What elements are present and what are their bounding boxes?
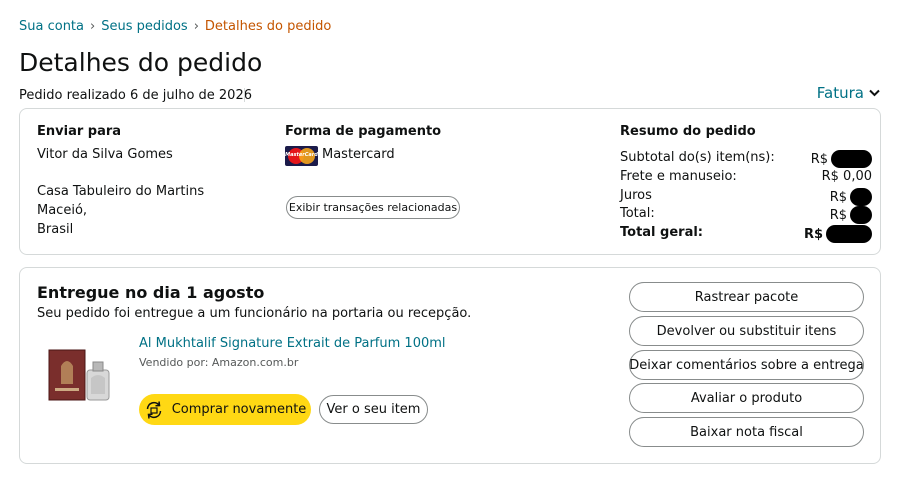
view-item-button[interactable]: Ver o seu item (319, 395, 428, 424)
redaction-mark (850, 206, 872, 224)
summary-label: Total geral: (620, 225, 704, 240)
shipping-heading: Enviar para (37, 124, 122, 139)
shipping-city: Maceió, (37, 203, 88, 218)
summary-value: R$ (829, 207, 847, 223)
summary-value: R$ 0,00 (821, 169, 872, 184)
payment-heading: Forma de pagamento (285, 124, 442, 139)
breadcrumb-your-orders[interactable]: Seus pedidos (101, 19, 188, 34)
summary-label: Frete e manuseio: (620, 169, 737, 184)
shipment-panel: Entregue no dia 1 agosto Seu pedido foi … (19, 267, 881, 464)
delivery-status: Entregue no dia 1 agosto (37, 283, 265, 302)
related-transactions-button[interactable]: Exibir transações relacionadas (286, 196, 460, 219)
summary-row-shipping: Frete e manuseio: R$ 0,00 (620, 169, 872, 184)
summary-row-grand-total: Total geral: R$ (620, 225, 872, 243)
divider (244, 88, 245, 102)
summary-label: Subtotal do(s) item(ns): (620, 150, 775, 165)
seller-info: Vendido por: Amazon.com.br (139, 356, 299, 369)
delivery-feedback-button[interactable]: Deixar comentários sobre a entrega (629, 350, 864, 380)
invoice-dropdown[interactable]: Fatura (817, 84, 880, 102)
download-invoice-button[interactable]: Baixar nota fiscal (629, 417, 864, 447)
summary-value: R$ (829, 189, 847, 205)
breadcrumb-current: Detalhes do pedido (204, 19, 332, 34)
shipping-address-line1: Casa Tabuleiro do Martins (37, 184, 205, 199)
redaction-mark (826, 225, 872, 243)
mastercard-icon: MasterCard (285, 146, 318, 166)
track-package-button[interactable]: Rastrear pacote (629, 282, 864, 312)
summary-row-subtotal: Subtotal do(s) item(ns): R$ (620, 150, 872, 168)
breadcrumb-separator: › (193, 19, 199, 34)
chevron-down-icon (869, 89, 880, 97)
page-title: Detalhes do pedido (19, 48, 263, 77)
breadcrumb-separator: › (90, 19, 96, 34)
mastercard-logo-text: MasterCard (285, 152, 318, 158)
invoice-label: Fatura (816, 84, 864, 102)
redaction-mark (831, 150, 872, 168)
shipping-name: Vitor da Silva Gomes (37, 147, 173, 162)
delivery-note: Seu pedido foi entregue a um funcionário… (37, 306, 472, 321)
breadcrumb: Sua conta › Seus pedidos › Detalhes do pedid… (19, 19, 331, 34)
summary-label: Total: (620, 206, 655, 221)
summary-heading: Resumo do pedido (620, 124, 756, 139)
summary-value: R$ (810, 151, 828, 167)
return-replace-button[interactable]: Devolver ou substituir itens (629, 316, 864, 346)
buy-again-label: Comprar novamente (171, 402, 307, 417)
breadcrumb-your-account[interactable]: Sua conta (19, 19, 84, 34)
order-info-panel: Enviar para Vitor da Silva Gomes Casa Ta… (19, 108, 881, 255)
buy-again-button[interactable]: Comprar novamente (139, 394, 311, 425)
product-title-link[interactable]: Al Mukhtalif Signature Extrait de Parfum… (139, 336, 446, 351)
summary-label: Juros (620, 188, 652, 203)
product-image[interactable] (47, 348, 111, 404)
buy-again-icon (146, 400, 161, 419)
payment-method: Mastercard (322, 147, 395, 162)
shipping-country: Brasil (37, 222, 74, 237)
summary-row-interest: Juros R$ (620, 188, 872, 206)
redaction-mark (850, 188, 872, 206)
summary-value: R$ (803, 226, 823, 242)
order-date: Pedido realizado 6 de julho de 2026 (19, 88, 252, 103)
summary-row-total: Total: R$ (620, 206, 872, 224)
review-product-button[interactable]: Avaliar o produto (629, 383, 864, 413)
